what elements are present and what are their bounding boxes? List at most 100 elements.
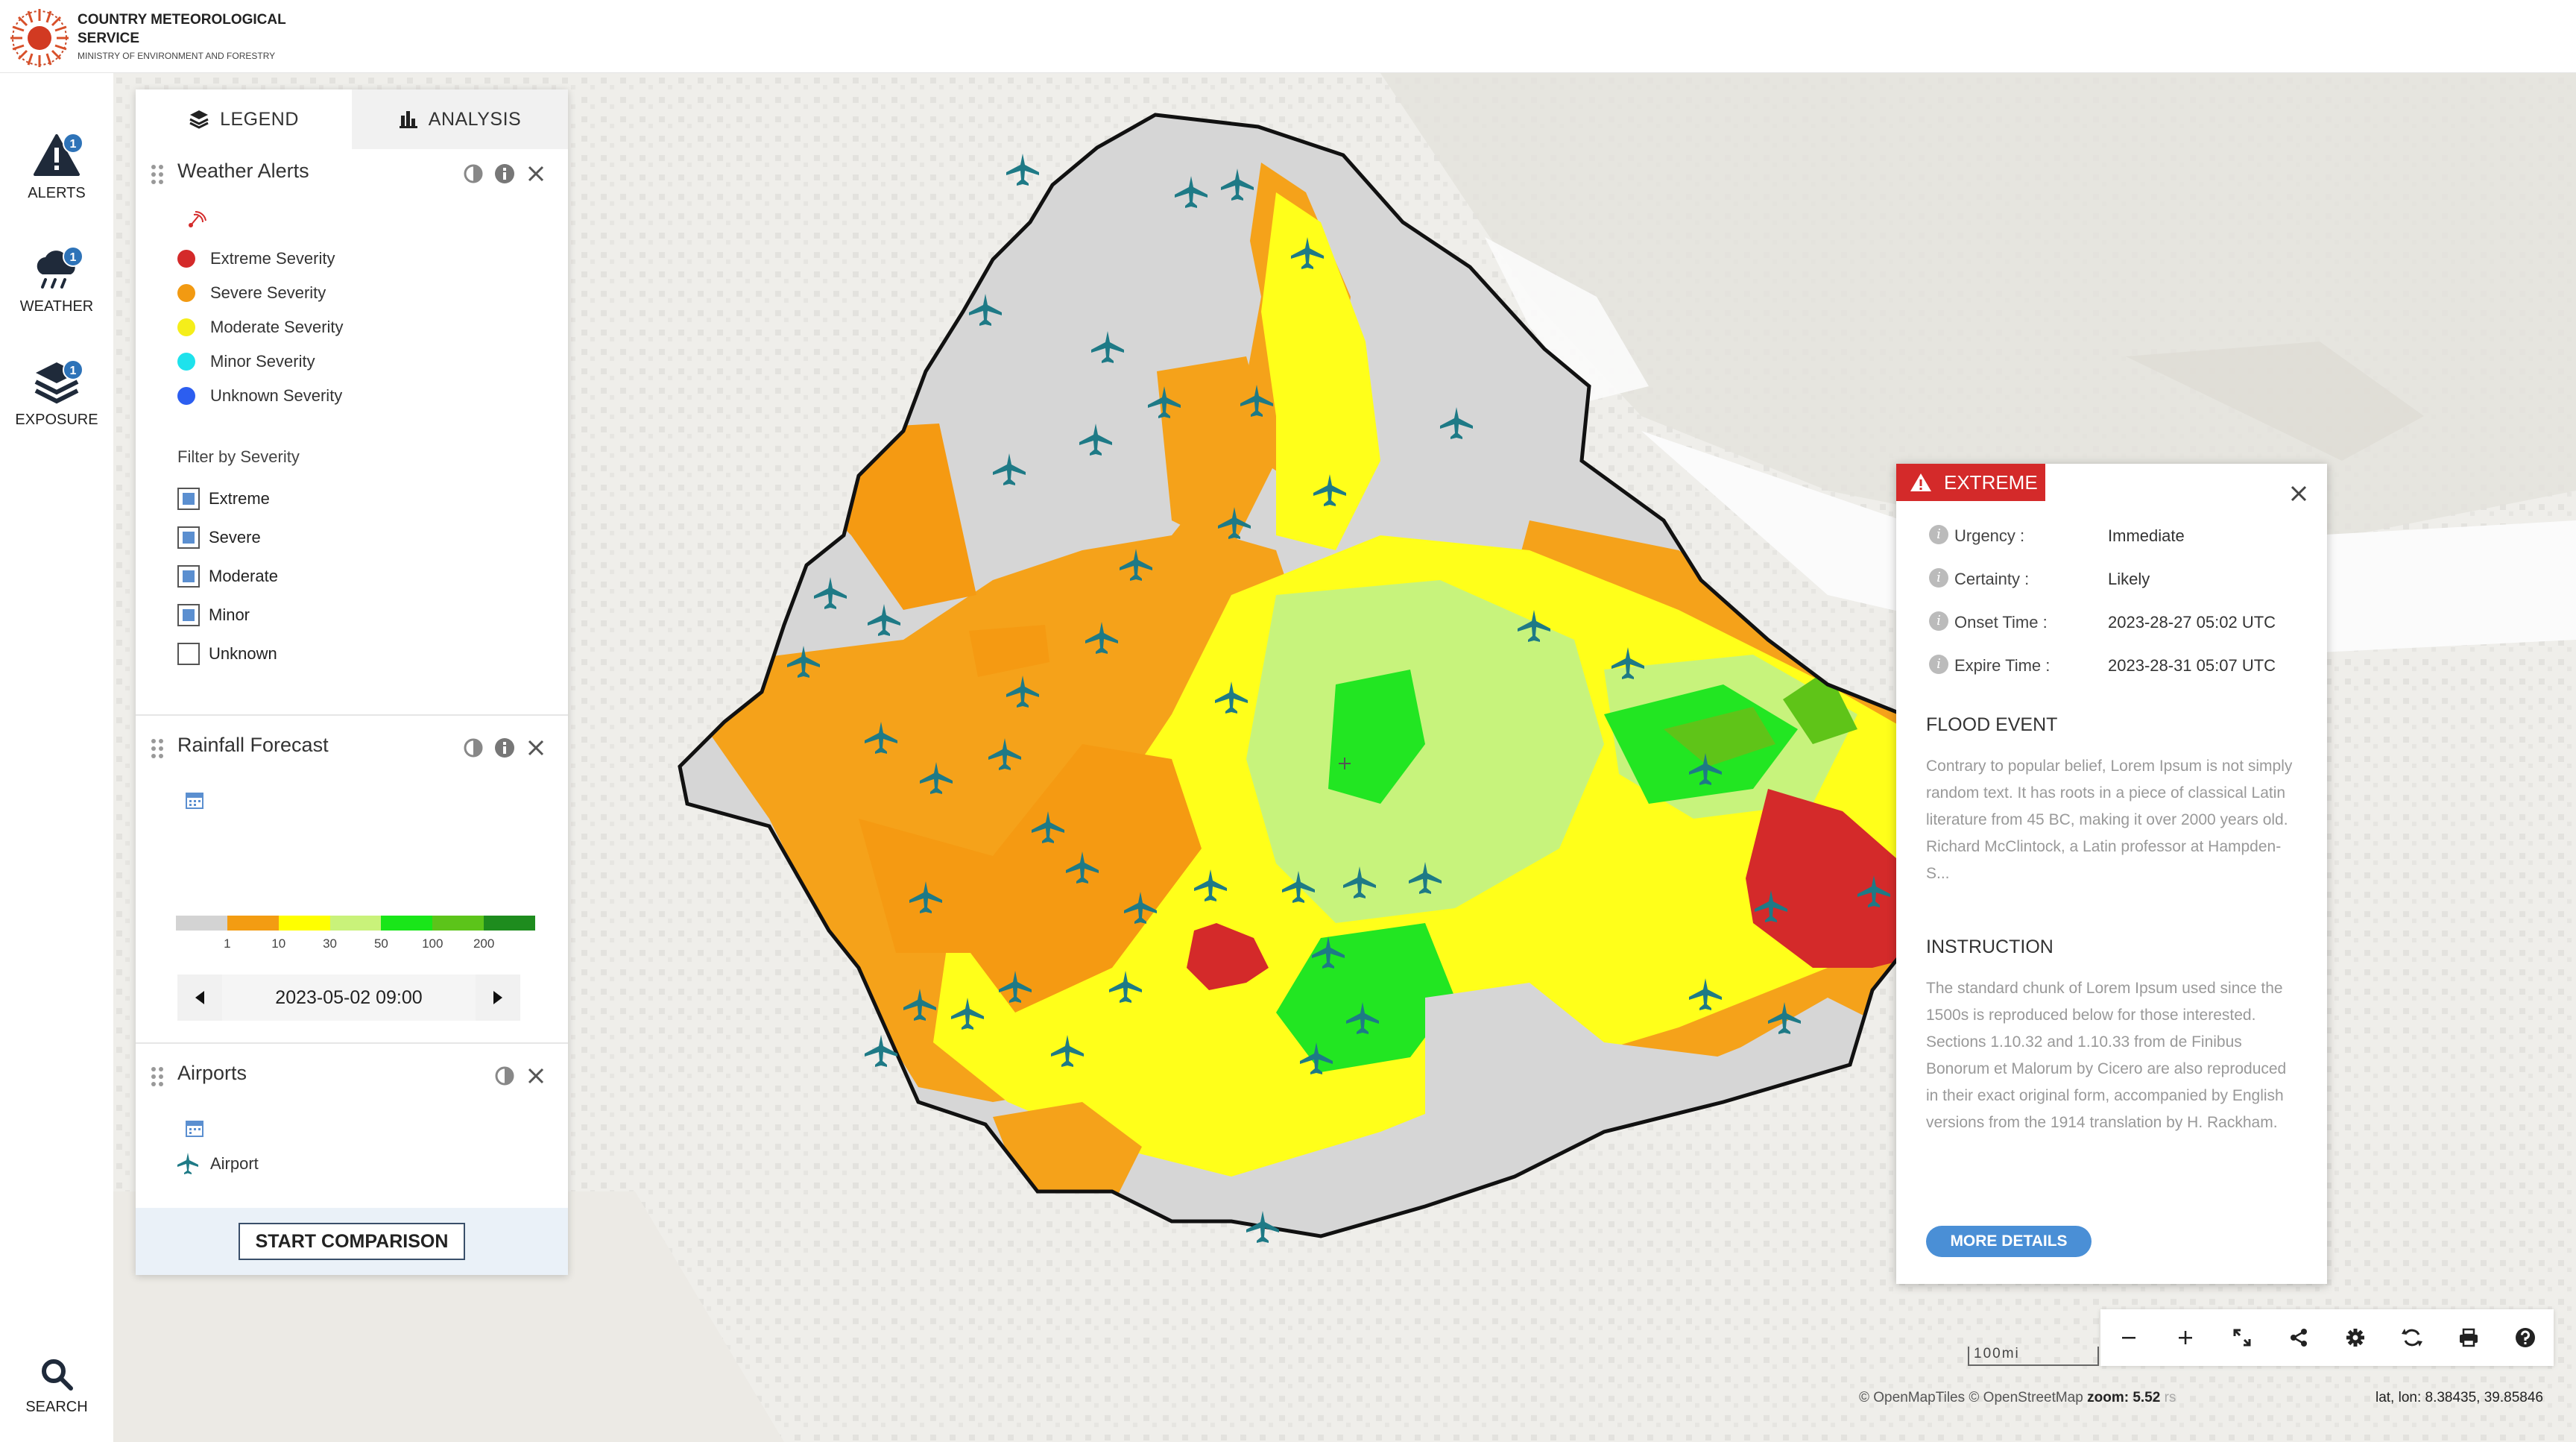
prev-date-button[interactable] bbox=[177, 975, 222, 1021]
left-nav-rail: 1 Alerts 1 Weather 1 Exposure bbox=[0, 73, 113, 1442]
filter-label: Severe bbox=[209, 528, 261, 547]
nav-search[interactable]: Search bbox=[0, 1357, 113, 1416]
info-icon[interactable]: i bbox=[1929, 611, 1948, 631]
alert-field-value: Immediate bbox=[2108, 526, 2185, 545]
alert-detail-popup: Extreme i Urgency : Immediate i Certainty : L… bbox=[1896, 464, 2327, 1284]
more-details-button[interactable]: More Details bbox=[1926, 1226, 2092, 1257]
map-toolbar bbox=[2100, 1309, 2554, 1366]
layers-icon bbox=[189, 110, 209, 129]
severity-legend-item: Minor Severity bbox=[136, 344, 568, 379]
bar-chart-icon bbox=[399, 111, 417, 128]
airport-legend-label: Airport bbox=[210, 1154, 259, 1173]
search-icon bbox=[42, 1359, 73, 1391]
filter-checkbox[interactable] bbox=[177, 643, 200, 665]
org-subtitle: Ministry of Environment and Forestry bbox=[78, 51, 276, 61]
severity-legend-item: Unknown Severity bbox=[136, 379, 568, 413]
map-attribution: © OpenMapTiles © OpenStreetMap zoom: 5.5… bbox=[1859, 1390, 2176, 1406]
alerts-badge: 1 bbox=[63, 133, 83, 154]
layers-panel: Legend Analysis Weather Alerts Extreme S… bbox=[136, 89, 568, 1275]
severity-label: Extreme bbox=[1944, 471, 2038, 494]
fit-extent-button[interactable] bbox=[2214, 1309, 2270, 1366]
severity-color-swatch bbox=[177, 387, 195, 405]
info-icon[interactable]: i bbox=[1929, 655, 1948, 674]
share-button[interactable] bbox=[2270, 1309, 2327, 1366]
nav-weather[interactable]: 1 Weather bbox=[0, 246, 113, 315]
instruction-text: The standard chunk of Lorem Ipsum used s… bbox=[1926, 980, 2287, 1131]
filter-checkbox[interactable] bbox=[177, 526, 200, 549]
event-title: FLOOD EVENT bbox=[1926, 714, 2058, 735]
close-icon[interactable] bbox=[525, 737, 547, 759]
share-icon bbox=[2291, 1329, 2307, 1347]
print-button[interactable] bbox=[2440, 1309, 2497, 1366]
drag-handle-icon[interactable] bbox=[151, 1066, 164, 1087]
plus-icon bbox=[2179, 1331, 2192, 1344]
drag-handle-icon[interactable] bbox=[151, 738, 164, 759]
zoom-in-button[interactable] bbox=[2157, 1309, 2214, 1366]
filter-label: Unknown bbox=[209, 644, 277, 663]
info-icon[interactable] bbox=[493, 163, 516, 185]
opacity-icon[interactable] bbox=[493, 1065, 516, 1087]
zoom-out-button[interactable] bbox=[2100, 1309, 2157, 1366]
filter-checkbox[interactable] bbox=[177, 604, 200, 626]
close-icon[interactable] bbox=[525, 163, 547, 185]
alert-field-key: Expire Time : bbox=[1954, 656, 2051, 675]
opacity-icon[interactable] bbox=[462, 163, 484, 185]
drag-handle-icon[interactable] bbox=[151, 164, 164, 185]
ramp-tick-label: 200 bbox=[473, 936, 495, 951]
severity-color-swatch bbox=[177, 318, 195, 336]
expand-icon bbox=[2233, 1329, 2251, 1347]
start-comparison-button[interactable]: Start Comparison bbox=[239, 1223, 465, 1260]
ramp-tick-label: 10 bbox=[271, 936, 286, 951]
tab-legend[interactable]: Legend bbox=[136, 89, 352, 149]
forecast-date-value[interactable]: 2023-05-02 09:00 bbox=[222, 975, 476, 1021]
forecast-date-control: 2023-05-02 09:00 bbox=[177, 975, 520, 1021]
calendar-icon bbox=[186, 1121, 203, 1137]
compare-bar: Start Comparison bbox=[136, 1208, 568, 1275]
severity-legend-label: Severe Severity bbox=[210, 283, 326, 302]
alert-field-value: 2023-28-27 05:02 UTC bbox=[2108, 613, 2276, 632]
close-icon[interactable] bbox=[525, 1065, 547, 1087]
minus-icon bbox=[2122, 1337, 2135, 1339]
settings-button[interactable] bbox=[2327, 1309, 2384, 1366]
gear-icon bbox=[2346, 1329, 2364, 1347]
close-icon[interactable] bbox=[2288, 483, 2309, 504]
rainfall-color-ramp bbox=[176, 916, 536, 931]
filter-checkbox[interactable] bbox=[177, 488, 200, 510]
severity-legend-label: Unknown Severity bbox=[210, 386, 343, 405]
severity-legend-label: Extreme Severity bbox=[210, 249, 335, 268]
ramp-swatch bbox=[329, 916, 382, 931]
severity-legend-label: Moderate Severity bbox=[210, 318, 344, 336]
ramp-swatch bbox=[176, 916, 227, 931]
ramp-tick-label: 30 bbox=[323, 936, 338, 951]
ramp-tick-label: 50 bbox=[373, 936, 388, 951]
caret-right-icon bbox=[493, 991, 502, 1004]
alert-field-value: Likely bbox=[2108, 570, 2150, 588]
org-name: Country Meteorological Service bbox=[78, 12, 286, 46]
alert-field-key: Urgency : bbox=[1954, 526, 2025, 545]
nav-alerts-label: Alerts bbox=[28, 185, 86, 201]
help-button[interactable] bbox=[2497, 1309, 2554, 1366]
severity-color-swatch bbox=[177, 284, 195, 302]
filter-checkbox[interactable] bbox=[177, 565, 200, 588]
warning-icon bbox=[1910, 473, 1931, 491]
nav-exposure[interactable]: 1 Exposure bbox=[0, 359, 113, 429]
info-icon[interactable]: i bbox=[1929, 525, 1948, 544]
alert-field-key: Onset Time : bbox=[1954, 613, 2048, 632]
refresh-button[interactable] bbox=[2384, 1309, 2440, 1366]
nav-alerts[interactable]: 1 Alerts bbox=[0, 133, 113, 202]
ramp-swatch bbox=[227, 916, 279, 931]
refresh-icon bbox=[2402, 1329, 2422, 1347]
alert-signal-icon bbox=[189, 210, 206, 227]
layer-title: Rainfall Forecast bbox=[177, 734, 329, 756]
tab-analysis[interactable]: Analysis bbox=[352, 89, 568, 149]
attribution-text[interactable]: © OpenMapTiles © OpenStreetMap bbox=[1859, 1390, 2083, 1405]
nav-exposure-label: Exposure bbox=[15, 412, 98, 428]
panel-tabs: Legend Analysis bbox=[136, 89, 568, 149]
alert-field-value: 2023-28-31 05:07 UTC bbox=[2108, 656, 2276, 675]
ramp-tick-label: 100 bbox=[422, 936, 443, 951]
info-icon[interactable] bbox=[493, 737, 516, 759]
ramp-swatch bbox=[278, 916, 330, 931]
opacity-icon[interactable] bbox=[462, 737, 484, 759]
info-icon[interactable]: i bbox=[1929, 568, 1948, 588]
next-date-button[interactable] bbox=[476, 975, 520, 1021]
